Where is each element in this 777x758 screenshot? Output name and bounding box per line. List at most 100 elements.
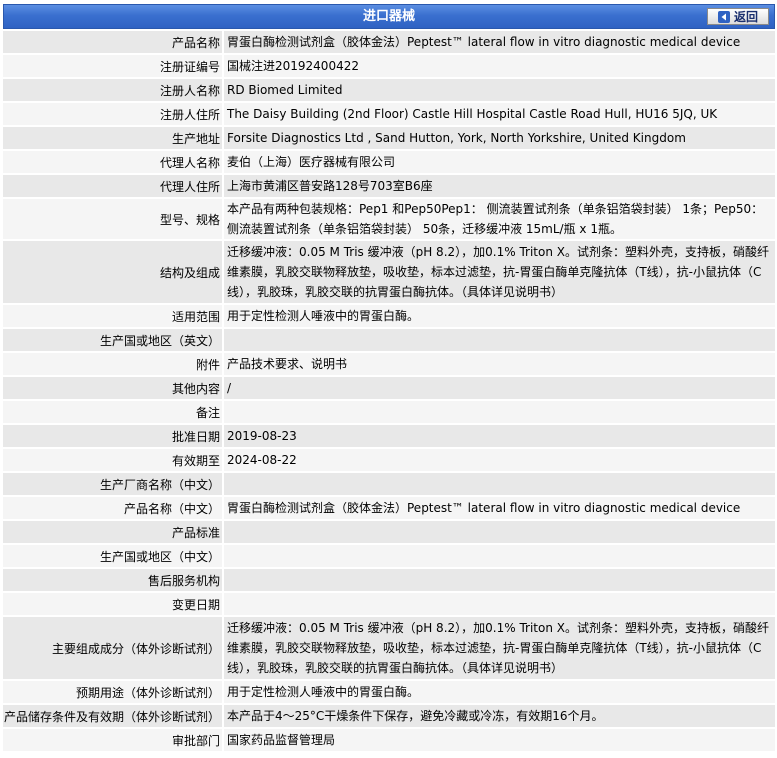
- field-value-text: 上海市黄浦区普安路128号703室B6座: [227, 179, 433, 193]
- table-row: 变更日期: [3, 593, 775, 617]
- field-label: 代理人住所: [3, 175, 224, 197]
- table-row: 注册人名称 RD Biomed Limited: [3, 79, 775, 103]
- table-row: 产品储存条件及有效期（体外诊断试剂） 本产品于4～25°C干燥条件下保存，避免冷藏…: [3, 705, 775, 729]
- field-value-text: 2024-08-22: [227, 453, 297, 467]
- field-value-text: 国家药品监督管理局: [227, 733, 336, 747]
- field-label: 型号、规格: [3, 199, 224, 239]
- back-button[interactable]: 返回: [707, 8, 769, 25]
- table-row: 注册人住所 The Daisy Building (2nd Floor) Cast…: [3, 103, 775, 127]
- field-value: 麦伯（上海）医疗器械有限公司: [224, 151, 775, 173]
- field-value: [224, 545, 775, 567]
- table-row: 审批部门 国家药品监督管理局: [3, 729, 775, 753]
- panel-header: 进口器械 返回: [3, 4, 775, 29]
- field-value: 国械注进20192400422: [224, 55, 775, 77]
- field-label: 生产厂商名称（中文）: [3, 473, 224, 495]
- field-value-text: 迁移缓冲液：0.05 M Tris 缓冲液（pH 8.2），加0.1% Trit…: [227, 245, 769, 299]
- field-label: 生产国或地区（英文）: [3, 329, 224, 351]
- field-value: [224, 593, 775, 615]
- field-label: 结构及组成: [3, 241, 224, 303]
- field-value: 用于定性检测人唾液中的胃蛋白酶。: [224, 681, 775, 703]
- field-value: 用于定性检测人唾液中的胃蛋白酶。: [224, 305, 775, 327]
- table-row: 主要组成成分（体外诊断试剂） 迁移缓冲液：0.05 M Tris 缓冲液（pH 8…: [3, 617, 775, 681]
- table-row: 生产厂商名称（中文）: [3, 473, 775, 497]
- field-value: /: [224, 377, 775, 399]
- field-label: 代理人名称: [3, 151, 224, 173]
- field-value: 2019-08-23: [224, 425, 775, 447]
- field-label: 批准日期: [3, 425, 224, 447]
- table-row: 有效期至 2024-08-22: [3, 449, 775, 473]
- table-row: 生产地址 Forsite Diagnostics Ltd , Sand Hutto…: [3, 127, 775, 151]
- field-label: 备注: [3, 401, 224, 423]
- detail-panel: 进口器械 返回 产品名称 胃蛋白酶检测试剂盒（胶体金法）Peptest™ late…: [3, 4, 775, 753]
- field-label: 产品名称（中文）: [3, 497, 224, 519]
- field-label: 适用范围: [3, 305, 224, 327]
- field-value: [224, 401, 775, 423]
- field-label: 注册证编号: [3, 55, 224, 77]
- field-value-text: Forsite Diagnostics Ltd , Sand Hutton, Y…: [227, 131, 686, 145]
- field-value-text: 国械注进20192400422: [227, 59, 359, 73]
- table-row: 产品名称（中文） 胃蛋白酶检测试剂盒（胶体金法）Peptest™ lateral …: [3, 497, 775, 521]
- field-label: 产品名称: [3, 31, 224, 53]
- field-value-text: 2019-08-23: [227, 429, 297, 443]
- table-row: 产品名称 胃蛋白酶检测试剂盒（胶体金法）Peptest™ lateral flow…: [3, 31, 775, 55]
- field-value-text: 胃蛋白酶检测试剂盒（胶体金法）Peptest™ lateral flow in …: [227, 35, 741, 49]
- table-row: 结构及组成 迁移缓冲液：0.05 M Tris 缓冲液（pH 8.2），加0.1%…: [3, 241, 775, 305]
- field-value: [224, 329, 775, 351]
- field-value-text: 迁移缓冲液：0.05 M Tris 缓冲液（pH 8.2），加0.1% Trit…: [227, 621, 769, 675]
- field-value: The Daisy Building (2nd Floor) Castle Hi…: [224, 103, 775, 125]
- table-row: 其他内容 /: [3, 377, 775, 401]
- table-row: 适用范围 用于定性检测人唾液中的胃蛋白酶。: [3, 305, 775, 329]
- field-label: 生产地址: [3, 127, 224, 149]
- field-value-text: 本产品有两种包装规格：Pep1 和Pep50Pep1： 侧流装置试剂条（单条铝箔…: [227, 202, 764, 236]
- field-label: 主要组成成分（体外诊断试剂）: [3, 617, 224, 679]
- table-row: 售后服务机构: [3, 569, 775, 593]
- field-label: 产品标准: [3, 521, 224, 543]
- field-value: 迁移缓冲液：0.05 M Tris 缓冲液（pH 8.2），加0.1% Trit…: [224, 241, 775, 303]
- field-label: 其他内容: [3, 377, 224, 399]
- table-row: 型号、规格 本产品有两种包装规格：Pep1 和Pep50Pep1： 侧流装置试剂条…: [3, 199, 775, 241]
- back-button-label: 返回: [733, 10, 758, 24]
- field-value-text: RD Biomed Limited: [227, 83, 343, 97]
- field-label: 售后服务机构: [3, 569, 224, 591]
- field-label: 变更日期: [3, 593, 224, 615]
- field-value-text: 产品技术要求、说明书: [227, 357, 348, 371]
- field-value: 胃蛋白酶检测试剂盒（胶体金法）Peptest™ lateral flow in …: [224, 497, 775, 519]
- table-row: 生产国或地区（中文）: [3, 545, 775, 569]
- field-value-text: /: [227, 381, 232, 395]
- table-row: 批准日期 2019-08-23: [3, 425, 775, 449]
- table-row: 代理人名称 麦伯（上海）医疗器械有限公司: [3, 151, 775, 175]
- field-value: [224, 473, 775, 495]
- field-label: 生产国或地区（中文）: [3, 545, 224, 567]
- table-row: 生产国或地区（英文）: [3, 329, 775, 353]
- back-arrow-icon: [717, 10, 730, 23]
- field-label: 预期用途（体外诊断试剂）: [3, 681, 224, 703]
- field-label: 审批部门: [3, 729, 224, 751]
- field-label: 注册人名称: [3, 79, 224, 101]
- field-value-text: 用于定性检测人唾液中的胃蛋白酶。: [227, 309, 420, 323]
- field-value: 国家药品监督管理局: [224, 729, 775, 751]
- panel-title: 进口器械: [362, 9, 415, 24]
- table-row: 产品标准: [3, 521, 775, 545]
- field-value: Forsite Diagnostics Ltd , Sand Hutton, Y…: [224, 127, 775, 149]
- table-row: 注册证编号 国械注进20192400422: [3, 55, 775, 79]
- field-value-text: 胃蛋白酶检测试剂盒（胶体金法）Peptest™ lateral flow in …: [227, 501, 741, 515]
- field-value-text: The Daisy Building (2nd Floor) Castle Hi…: [227, 107, 718, 121]
- field-value-text: 麦伯（上海）医疗器械有限公司: [227, 155, 396, 169]
- field-label: 产品储存条件及有效期（体外诊断试剂）: [3, 705, 224, 727]
- field-value-text: 本产品于4～25°C干燥条件下保存，避免冷藏或冷冻，有效期16个月。: [227, 709, 604, 723]
- table-row: 预期用途（体外诊断试剂） 用于定性检测人唾液中的胃蛋白酶。: [3, 681, 775, 705]
- table-row: 代理人住所 上海市黄浦区普安路128号703室B6座: [3, 175, 775, 199]
- field-value: 迁移缓冲液：0.05 M Tris 缓冲液（pH 8.2），加0.1% Trit…: [224, 617, 775, 679]
- table-row: 附件 产品技术要求、说明书: [3, 353, 775, 377]
- field-value-text: 用于定性检测人唾液中的胃蛋白酶。: [227, 685, 420, 699]
- field-label: 附件: [3, 353, 224, 375]
- table-row: 备注: [3, 401, 775, 425]
- field-value: 胃蛋白酶检测试剂盒（胶体金法）Peptest™ lateral flow in …: [224, 31, 775, 53]
- field-value: 上海市黄浦区普安路128号703室B6座: [224, 175, 775, 197]
- field-value: 本产品于4～25°C干燥条件下保存，避免冷藏或冷冻，有效期16个月。: [224, 705, 775, 727]
- field-value: 产品技术要求、说明书: [224, 353, 775, 375]
- field-value: 本产品有两种包装规格：Pep1 和Pep50Pep1： 侧流装置试剂条（单条铝箔…: [224, 199, 775, 239]
- field-value: RD Biomed Limited: [224, 79, 775, 101]
- field-value: [224, 569, 775, 591]
- field-value: [224, 521, 775, 543]
